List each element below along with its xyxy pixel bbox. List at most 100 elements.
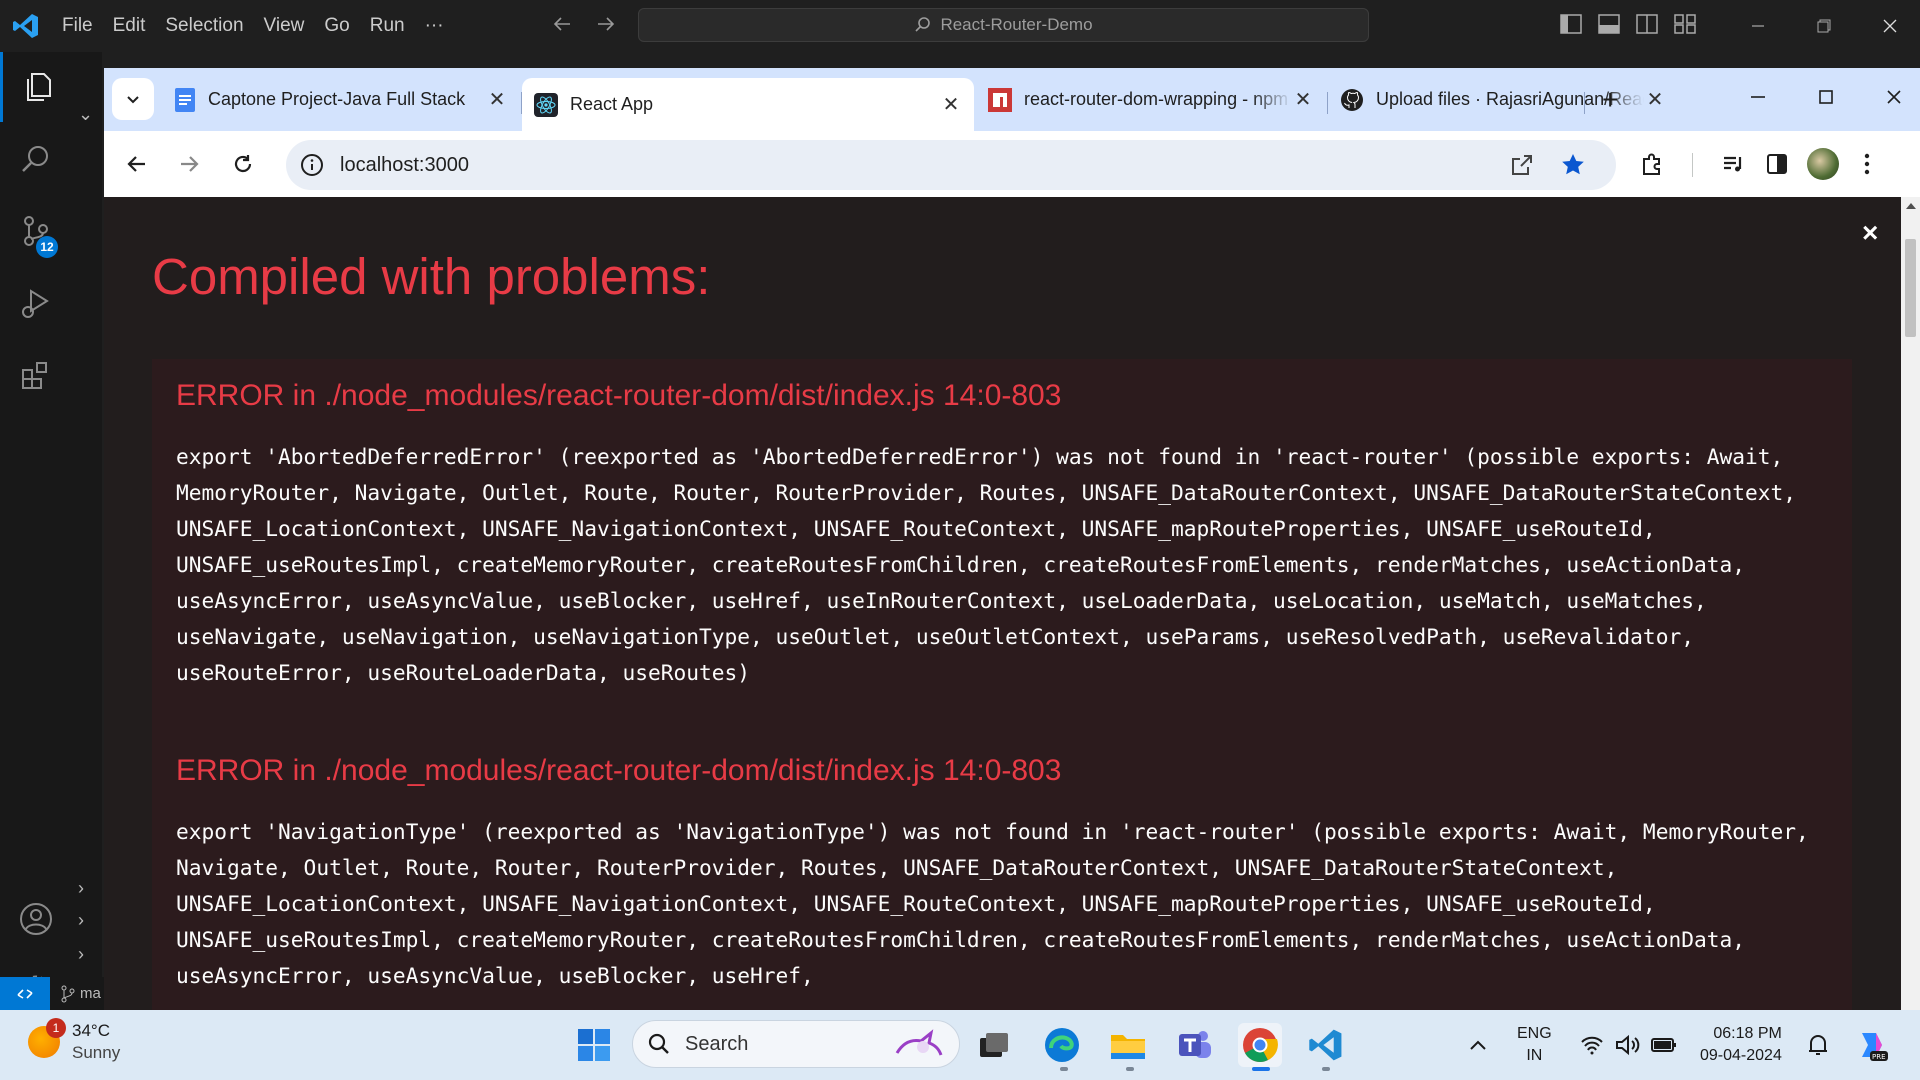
tab-react-app[interactable]: React App ✕ — [522, 78, 974, 131]
menu-more[interactable]: ··· — [415, 0, 454, 52]
layout-controls — [1560, 14, 1696, 34]
tab-close-icon[interactable]: ✕ — [1644, 87, 1666, 112]
clock-time: 06:18 PM — [1713, 1025, 1782, 1042]
more-menu-icon[interactable] — [1848, 145, 1886, 183]
minimize-icon[interactable] — [1725, 0, 1791, 52]
taskbar-search[interactable]: Search — [632, 1020, 960, 1068]
minimize-icon[interactable] — [1724, 68, 1792, 126]
page-scrollbar[interactable] — [1901, 197, 1920, 1010]
branch-label[interactable]: ma — [80, 985, 101, 1002]
error-overlay: × Compiled with problems: ERROR in ./nod… — [104, 197, 1920, 1010]
site-info-icon[interactable] — [300, 153, 324, 182]
edge-browser-icon[interactable] — [1040, 1023, 1084, 1067]
svg-text:PRE: PRE — [1872, 1053, 1886, 1061]
extensions-puzzle-icon[interactable] — [1634, 145, 1672, 183]
tab-captone-project[interactable]: Captone Project-Java Full Stack ✕ — [162, 78, 520, 121]
toggle-panel-icon[interactable] — [1598, 14, 1620, 34]
chevron-down-icon[interactable]: ⌄ — [78, 104, 93, 125]
forward-arrow-icon[interactable] — [594, 12, 618, 41]
menu-run[interactable]: Run — [360, 0, 415, 52]
google-docs-icon — [175, 87, 195, 112]
battery-charging-icon[interactable] — [1642, 1023, 1686, 1067]
maximize-icon[interactable] — [1792, 68, 1860, 126]
notification-bell-icon[interactable] — [1796, 1023, 1840, 1067]
tab-github-upload[interactable]: Upload files · RajasriAgunan/React ✕ — [1328, 78, 1678, 121]
running-indicator — [1060, 1067, 1068, 1071]
vscode-history-nav — [550, 12, 618, 41]
task-view-icon[interactable] — [972, 1023, 1016, 1067]
tab-search-button[interactable] — [112, 78, 154, 120]
menu-edit[interactable]: Edit — [103, 0, 156, 52]
remote-indicator-icon[interactable] — [0, 977, 50, 1010]
media-controls-icon[interactable] — [1714, 145, 1752, 183]
customize-layout-icon[interactable] — [1674, 14, 1696, 34]
error-heading: ERROR in ./node_modules/react-router-dom… — [176, 754, 1062, 787]
chrome-icon[interactable] — [1238, 1023, 1282, 1067]
close-icon[interactable] — [1860, 68, 1920, 126]
running-indicator — [1322, 1067, 1330, 1071]
tab-close-icon[interactable]: ✕ — [1292, 87, 1314, 112]
reload-icon[interactable] — [224, 145, 262, 183]
profile-avatar[interactable] — [1804, 145, 1842, 183]
toggle-primary-sidebar-icon[interactable] — [1560, 14, 1582, 34]
tab-title: Captone Project-Java Full Stack — [208, 89, 466, 109]
scrollbar-thumb[interactable] — [1905, 239, 1916, 337]
error-list: ERROR in ./node_modules/react-router-dom… — [152, 359, 1852, 1010]
input-language[interactable]: ENG IN — [1517, 1023, 1552, 1067]
copilot-icon[interactable]: PRE — [1850, 1023, 1894, 1067]
show-hidden-icons-chevron-up-icon[interactable] — [1456, 1023, 1500, 1067]
weather-condition: Sunny — [72, 1043, 121, 1062]
side-panel-icon[interactable] — [1758, 145, 1796, 183]
tab-npm-package[interactable]: react-router-dom-wrapping - npm ✕ — [976, 78, 1326, 121]
start-windows-icon[interactable] — [572, 1023, 616, 1067]
error-heading: ERROR in ./node_modules/react-router-dom… — [176, 379, 1062, 412]
search-icon — [648, 1033, 669, 1054]
system-clock[interactable]: 06:18 PM 09-04-2024 — [1700, 1023, 1782, 1067]
scroll-up-arrow-icon[interactable] — [1906, 203, 1916, 209]
extensions-icon[interactable] — [0, 340, 72, 410]
restore-icon[interactable] — [1791, 0, 1857, 52]
toggle-secondary-sidebar-icon[interactable] — [1636, 14, 1658, 34]
clock-date: 09-04-2024 — [1700, 1047, 1782, 1064]
search-icon[interactable] — [0, 124, 72, 194]
menu-view[interactable]: View — [254, 0, 315, 52]
language-code: ENG — [1517, 1025, 1552, 1042]
vscode-taskbar-icon[interactable] — [1304, 1023, 1348, 1067]
run-debug-icon[interactable] — [0, 268, 72, 338]
taskbar-search-placeholder: Search — [685, 1032, 749, 1055]
tab-title: React App — [570, 94, 654, 114]
region-code: IN — [1526, 1047, 1543, 1064]
overlay-close-button[interactable]: × — [1862, 217, 1878, 249]
teams-icon[interactable] — [1172, 1023, 1216, 1067]
tab-close-icon[interactable]: ✕ — [940, 92, 962, 117]
new-tab-button[interactable]: + — [1602, 84, 1618, 116]
menu-go[interactable]: Go — [314, 0, 359, 52]
menu-selection[interactable]: Selection — [155, 0, 253, 52]
accounts-icon[interactable] — [0, 884, 72, 954]
command-center-search[interactable]: React-Router-Demo — [638, 8, 1369, 42]
error-message: export 'NavigationType' (reexported as '… — [176, 819, 1822, 988]
address-bar[interactable]: localhost:3000 — [286, 140, 1616, 190]
browser-toolbar: localhost:3000 — [104, 131, 1920, 197]
open-in-app-icon[interactable] — [1510, 153, 1534, 182]
weather-widget[interactable]: 1 34°C Sunny — [28, 1018, 121, 1064]
chevron-right-icon[interactable]: › — [78, 944, 84, 965]
menu-file[interactable]: File — [52, 0, 103, 52]
chevron-right-icon[interactable]: › — [78, 878, 84, 899]
back-arrow-icon[interactable] — [118, 145, 156, 183]
branch-icon — [61, 985, 75, 1002]
vscode-logo-icon — [0, 0, 52, 52]
chevron-right-icon[interactable]: › — [78, 910, 84, 931]
url-text[interactable]: localhost:3000 — [340, 154, 469, 177]
tab-close-icon[interactable]: ✕ — [486, 87, 508, 112]
explorer-icon[interactable] — [0, 52, 72, 122]
back-arrow-icon[interactable] — [550, 12, 574, 41]
close-icon[interactable] — [1857, 0, 1920, 52]
bookmark-star-icon[interactable] — [1560, 152, 1586, 183]
vscode-title-bar: File Edit Selection View Go Run ··· Reac… — [0, 0, 1920, 52]
forward-arrow-icon[interactable] — [170, 145, 208, 183]
error-message: export 'AbortedDeferredError' (reexporte… — [176, 444, 1809, 685]
file-explorer-icon[interactable] — [1106, 1023, 1150, 1067]
chrome-window-controls — [1724, 68, 1920, 126]
source-control-icon[interactable]: 12 — [0, 196, 72, 266]
